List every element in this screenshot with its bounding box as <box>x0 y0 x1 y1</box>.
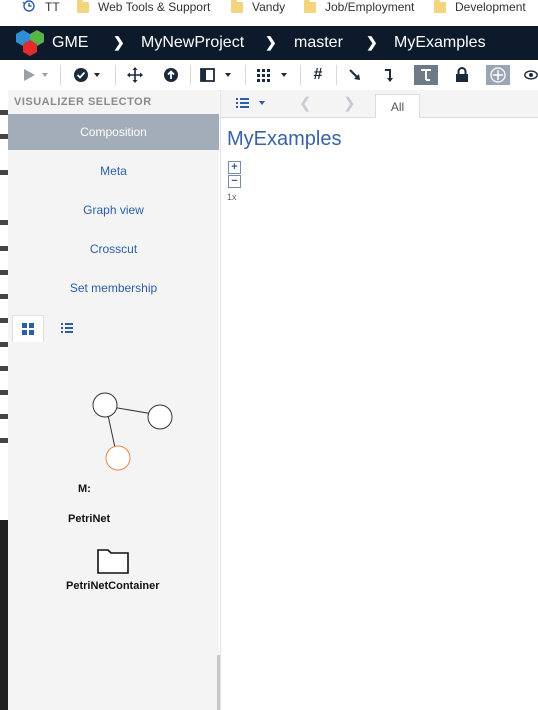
editor-panel: ❮ ❯ All MyExamples + − 1x <box>220 90 538 710</box>
visualizer-panel: VISUALIZER SELECTOR Composition Meta Gra… <box>8 90 219 710</box>
zoom-in-button[interactable]: + <box>228 161 241 174</box>
chevron-left-icon[interactable]: ❮ <box>299 94 312 112</box>
hash-icon: # <box>313 66 323 83</box>
folder-icon <box>231 0 243 13</box>
chevron-right-icon: ❯ <box>113 34 125 50</box>
pointer-icon <box>349 69 360 80</box>
play-button[interactable] <box>18 66 54 84</box>
pan-button[interactable] <box>486 65 510 85</box>
meta-label: M: <box>78 483 91 495</box>
visualizer-list: Composition Meta Graph view Crosscut Set… <box>8 114 219 309</box>
app-name[interactable]: GME <box>52 34 88 52</box>
visualizer-set-membership[interactable]: Set membership <box>8 270 219 306</box>
petrinet-graph-icon[interactable] <box>90 391 180 473</box>
folder-icon <box>304 0 316 13</box>
chevron-right-icon[interactable]: ❯ <box>343 94 356 112</box>
toolbar-separator <box>60 65 61 85</box>
list-menu-icon <box>236 98 265 108</box>
grid-button[interactable] <box>254 66 292 84</box>
aspect-menu-button[interactable] <box>233 94 273 112</box>
lock-icon <box>456 67 468 82</box>
bookmark-web-tools[interactable]: Web Tools & Support <box>77 0 210 14</box>
toolbar-separator <box>336 65 337 85</box>
zoom-level: 1x <box>227 192 237 202</box>
connect-icon <box>385 69 393 82</box>
folder-icon <box>77 0 89 13</box>
lock-button[interactable] <box>452 66 472 84</box>
grid-icon <box>257 69 287 82</box>
toolbar-separator <box>115 65 116 85</box>
eye-icon <box>524 70 538 80</box>
tab-all[interactable]: All <box>375 94 420 118</box>
toolbar-separator <box>190 65 191 85</box>
hierarchy-icon <box>421 69 431 81</box>
part-browser: M: PetriNet PetriNetContainer <box>8 343 219 710</box>
folder-icon[interactable] <box>97 546 129 574</box>
bookmark-tt[interactable]: TT <box>22 0 60 14</box>
pointer-button[interactable] <box>345 66 365 84</box>
page-title: MyExamples <box>227 128 342 150</box>
hash-button[interactable]: # <box>308 66 328 84</box>
pan-icon <box>490 67 506 83</box>
go-up-button[interactable] <box>161 66 181 84</box>
toolbar-separator <box>245 65 246 85</box>
gme-logo-icon[interactable] <box>14 28 46 63</box>
palette-item-petrinetcontainer[interactable]: PetriNetContainer <box>66 580 160 592</box>
tab-grid-view[interactable] <box>12 315 44 342</box>
chevron-right-icon: ❯ <box>265 34 277 50</box>
bookmark-label: TT <box>45 0 60 14</box>
panel-title: VISUALIZER SELECTOR <box>14 96 152 108</box>
breadcrumb-node[interactable]: MyExamples <box>394 34 486 52</box>
list-view-icon <box>61 323 73 333</box>
tab-list-view[interactable] <box>52 315 82 341</box>
palette-view-tabs <box>8 309 219 343</box>
breadcrumb-branch[interactable]: master <box>294 34 343 52</box>
visualizer-composition[interactable]: Composition <box>8 114 219 150</box>
palette-item-petrinet[interactable]: PetriNet <box>68 513 110 525</box>
connect-button[interactable] <box>380 66 400 84</box>
editor-tab-bar: ❮ ❯ All <box>221 90 538 118</box>
background-window-strip <box>0 90 8 710</box>
play-icon <box>24 69 48 81</box>
up-arrow-circle-icon <box>164 68 178 82</box>
check-circle-icon <box>74 68 100 82</box>
top-navbar: GME ❯ MyNewProject ❯ master ❯ MyExamples <box>0 26 538 60</box>
history-icon <box>22 0 36 16</box>
move-icon <box>127 67 143 83</box>
toolbar-separator <box>300 65 301 85</box>
visualizer-crosscut[interactable]: Crosscut <box>8 231 219 267</box>
validate-button[interactable] <box>70 66 106 84</box>
bookmark-development[interactable]: Development <box>434 0 526 14</box>
bookmark-job[interactable]: Job/Employment <box>304 0 414 14</box>
chevron-right-icon: ❯ <box>366 34 378 50</box>
visualizer-meta[interactable]: Meta <box>8 153 219 189</box>
bookmarks-bar: TT Web Tools & Support Vandy Job/Employm… <box>0 0 538 27</box>
bookmark-label: Development <box>455 0 526 14</box>
visualizer-graph-view[interactable]: Graph view <box>8 192 219 228</box>
move-button[interactable] <box>125 66 145 84</box>
toolbar: # <box>0 60 538 91</box>
folder-icon <box>434 0 446 13</box>
breadcrumb-project[interactable]: MyNewProject <box>141 34 244 52</box>
bookmark-vandy[interactable]: Vandy <box>231 0 285 14</box>
grid-view-icon <box>22 323 34 335</box>
bookmark-label: Web Tools & Support <box>98 0 211 14</box>
zoom-out-button[interactable]: − <box>228 175 241 188</box>
hierarchy-button[interactable] <box>414 65 438 85</box>
bookmark-label: Job/Employment <box>325 0 415 14</box>
panel-layout-icon <box>200 68 231 82</box>
bookmark-label: Vandy <box>252 0 286 14</box>
eye-button[interactable] <box>524 66 538 84</box>
panel-layout-button[interactable] <box>198 66 236 84</box>
